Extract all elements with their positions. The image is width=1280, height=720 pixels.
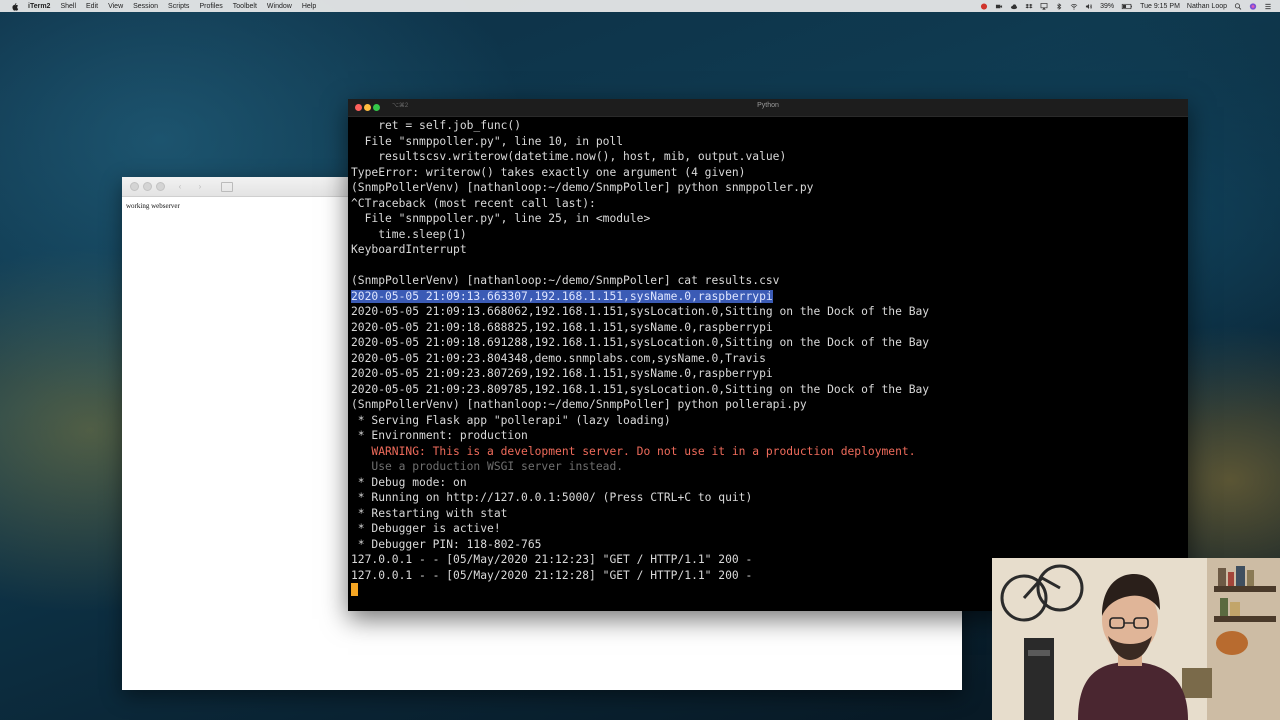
terminal-line: (SnmpPollerVenv) [nathanloop:~/demo/Snmp…	[351, 180, 1188, 196]
terminal-line: (SnmpPollerVenv) [nathanloop:~/demo/Snmp…	[351, 273, 1188, 289]
browser-minimize-button[interactable]	[143, 182, 152, 191]
wifi-icon[interactable]	[1070, 3, 1078, 10]
terminal-line-text: ^CTraceback (most recent call last):	[351, 196, 596, 210]
menu-item-shell[interactable]: Shell	[60, 3, 76, 10]
battery-percentage[interactable]: 39%	[1100, 3, 1114, 10]
menu-item-window[interactable]: Window	[267, 3, 292, 10]
terminal-line: KeyboardInterrupt	[351, 242, 1188, 258]
menu-bar-user[interactable]: Nathan Loop	[1187, 3, 1227, 10]
menu-item-edit[interactable]: Edit	[86, 3, 98, 10]
menu-item-view[interactable]: View	[108, 3, 123, 10]
terminal-line: * Running on http://127.0.0.1:5000/ (Pre…	[351, 490, 1188, 506]
notification-center-icon[interactable]	[1264, 3, 1272, 10]
terminal-line-text: 2020-05-05 21:09:18.691288,192.168.1.151…	[351, 336, 930, 349]
terminal-line: 2020-05-05 21:09:13.663307,192.168.1.151…	[351, 289, 1188, 305]
terminal-line: 2020-05-05 21:09:23.807269,192.168.1.151…	[351, 366, 1188, 382]
sidebar-toggle-icon[interactable]	[221, 181, 233, 192]
terminal-line-text: File "snmppoller.py", line 25, in <modul…	[351, 212, 651, 225]
terminal-line: * Environment: production	[351, 428, 1188, 444]
terminal-line-text: 127.0.0.1 - - [05/May/2020 21:12:28] "GE…	[351, 568, 753, 582]
terminal-line-text: resultscsv.writerow(datetime.now(), host…	[351, 150, 787, 163]
terminal-line-text: (SnmpPollerVenv) [nathanloop:~/demo/Snmp…	[351, 274, 780, 287]
terminal-line-text: time.sleep(1)	[351, 227, 467, 241]
menu-item-scripts[interactable]: Scripts	[168, 3, 189, 10]
terminal-line-text: ret = self.job_func()	[351, 119, 522, 132]
bluetooth-icon[interactable]	[1055, 2, 1063, 10]
camera-icon[interactable]	[995, 3, 1003, 10]
browser-zoom-button[interactable]	[156, 182, 165, 191]
dropbox-icon[interactable]	[1025, 3, 1033, 10]
terminal-line: 2020-05-05 21:09:18.688825,192.168.1.151…	[351, 320, 1188, 336]
terminal-line: 2020-05-05 21:09:18.691288,192.168.1.151…	[351, 335, 1188, 351]
terminal-window[interactable]: ⌥⌘2 Python ret = self.job_func() File "s…	[348, 99, 1188, 611]
selected-text: 2020-05-05 21:09:13.663307,192.168.1.151…	[351, 289, 773, 303]
menu-item-toolbelt[interactable]: Toolbelt	[233, 3, 257, 10]
terminal-line-text: 2020-05-05 21:09:23.807269,192.168.1.151…	[351, 367, 773, 380]
menu-item-profiles[interactable]: Profiles	[199, 3, 222, 10]
terminal-line: resultscsv.writerow(datetime.now(), host…	[351, 149, 1188, 165]
terminal-line-text: (SnmpPollerVenv) [nathanloop:~/demo/Snmp…	[351, 181, 814, 194]
browser-close-button[interactable]	[130, 182, 139, 191]
terminal-line: (SnmpPollerVenv) [nathanloop:~/demo/Snmp…	[351, 397, 1188, 413]
terminal-line: File "snmppoller.py", line 25, in <modul…	[351, 211, 1188, 227]
terminal-line-text: * Running on http://127.0.0.1:5000/ (Pre…	[351, 491, 753, 504]
siri-icon[interactable]	[1249, 2, 1257, 10]
terminal-line-text: 2020-05-05 21:09:13.668062,192.168.1.151…	[351, 305, 930, 318]
cloud-icon[interactable]	[1010, 3, 1018, 10]
terminal-line-text: * Restarting with stat	[351, 506, 508, 520]
terminal-line: Use a production WSGI server instead.	[351, 459, 1188, 475]
terminal-line-text: * Environment: production	[351, 429, 528, 442]
terminal-line-text: File "snmppoller.py", line 10, in poll	[351, 134, 624, 148]
terminal-titlebar[interactable]: ⌥⌘2 Python	[348, 99, 1188, 117]
menu-app-name[interactable]: iTerm2	[28, 3, 50, 10]
terminal-line: WARNING: This is a development server. D…	[351, 444, 1188, 460]
terminal-line: ^CTraceback (most recent call last):	[351, 196, 1188, 212]
terminal-line-text: * Debugger is active!	[351, 522, 501, 535]
terminal-title: Python	[757, 102, 779, 109]
battery-icon[interactable]	[1121, 3, 1133, 10]
terminal-line-text: 2020-05-05 21:09:23.804348,demo.snmplabs…	[351, 351, 766, 365]
menu-item-help[interactable]: Help	[302, 3, 316, 10]
terminal-line: time.sleep(1)	[351, 227, 1188, 243]
terminal-line-text: KeyboardInterrupt	[351, 243, 467, 256]
webcam-image	[992, 558, 1280, 720]
terminal-line: * Serving Flask app "pollerapi" (lazy lo…	[351, 413, 1188, 429]
terminal-line: TypeError: writerow() takes exactly one …	[351, 165, 1188, 181]
terminal-line-text: (SnmpPollerVenv) [nathanloop:~/demo/Snmp…	[351, 398, 807, 411]
spotlight-search-icon[interactable]	[1234, 2, 1242, 10]
terminal-line-text: WARNING: This is a development server. D…	[351, 444, 916, 458]
back-arrow-icon[interactable]: ‹	[175, 182, 185, 191]
menu-item-session[interactable]: Session	[133, 3, 158, 10]
terminal-line: 2020-05-05 21:09:13.668062,192.168.1.151…	[351, 304, 1188, 320]
terminal-line-text: TypeError: writerow() takes exactly one …	[351, 165, 746, 179]
terminal-line: * Debugger is active!	[351, 521, 1188, 537]
terminal-line-text: Use a production WSGI server instead.	[351, 460, 624, 473]
terminal-line-text: * Serving Flask app "pollerapi" (lazy lo…	[351, 413, 671, 427]
terminal-line-text: 2020-05-05 21:09:18.688825,192.168.1.151…	[351, 320, 773, 334]
terminal-line: 2020-05-05 21:09:23.809785,192.168.1.151…	[351, 382, 1188, 398]
airplay-icon[interactable]	[1040, 2, 1048, 10]
terminal-line: * Debug mode: on	[351, 475, 1188, 491]
terminal-line: ret = self.job_func()	[351, 118, 1188, 134]
terminal-cursor	[351, 583, 358, 596]
volume-icon[interactable]	[1085, 3, 1093, 10]
terminal-line-text: * Debug mode: on	[351, 475, 467, 489]
menu-bar-status-area: 39% Tue 9:15 PM Nathan Loop	[980, 0, 1272, 12]
webcam-overlay	[992, 558, 1280, 720]
terminal-line: File "snmppoller.py", line 10, in poll	[351, 134, 1188, 150]
terminal-output[interactable]: ret = self.job_func() File "snmppoller.p…	[351, 118, 1188, 599]
terminal-line-text: * Debugger PIN: 118-802-765	[351, 537, 542, 551]
terminal-line-text: 127.0.0.1 - - [05/May/2020 21:12:23] "GE…	[351, 553, 753, 566]
menu-bar: iTerm2 Shell Edit View Session Scripts P…	[0, 0, 1280, 12]
record-icon[interactable]	[980, 2, 988, 10]
terminal-line: * Debugger PIN: 118-802-765	[351, 537, 1188, 553]
terminal-line: 2020-05-05 21:09:23.804348,demo.snmplabs…	[351, 351, 1188, 367]
forward-arrow-icon[interactable]: ›	[195, 182, 205, 191]
page-text: working webserver	[126, 202, 180, 210]
terminal-line-text: 2020-05-05 21:09:23.809785,192.168.1.151…	[351, 382, 930, 396]
menu-bar-clock[interactable]: Tue 9:15 PM	[1140, 3, 1180, 10]
terminal-line: * Restarting with stat	[351, 506, 1188, 522]
apple-icon[interactable]	[10, 2, 20, 11]
